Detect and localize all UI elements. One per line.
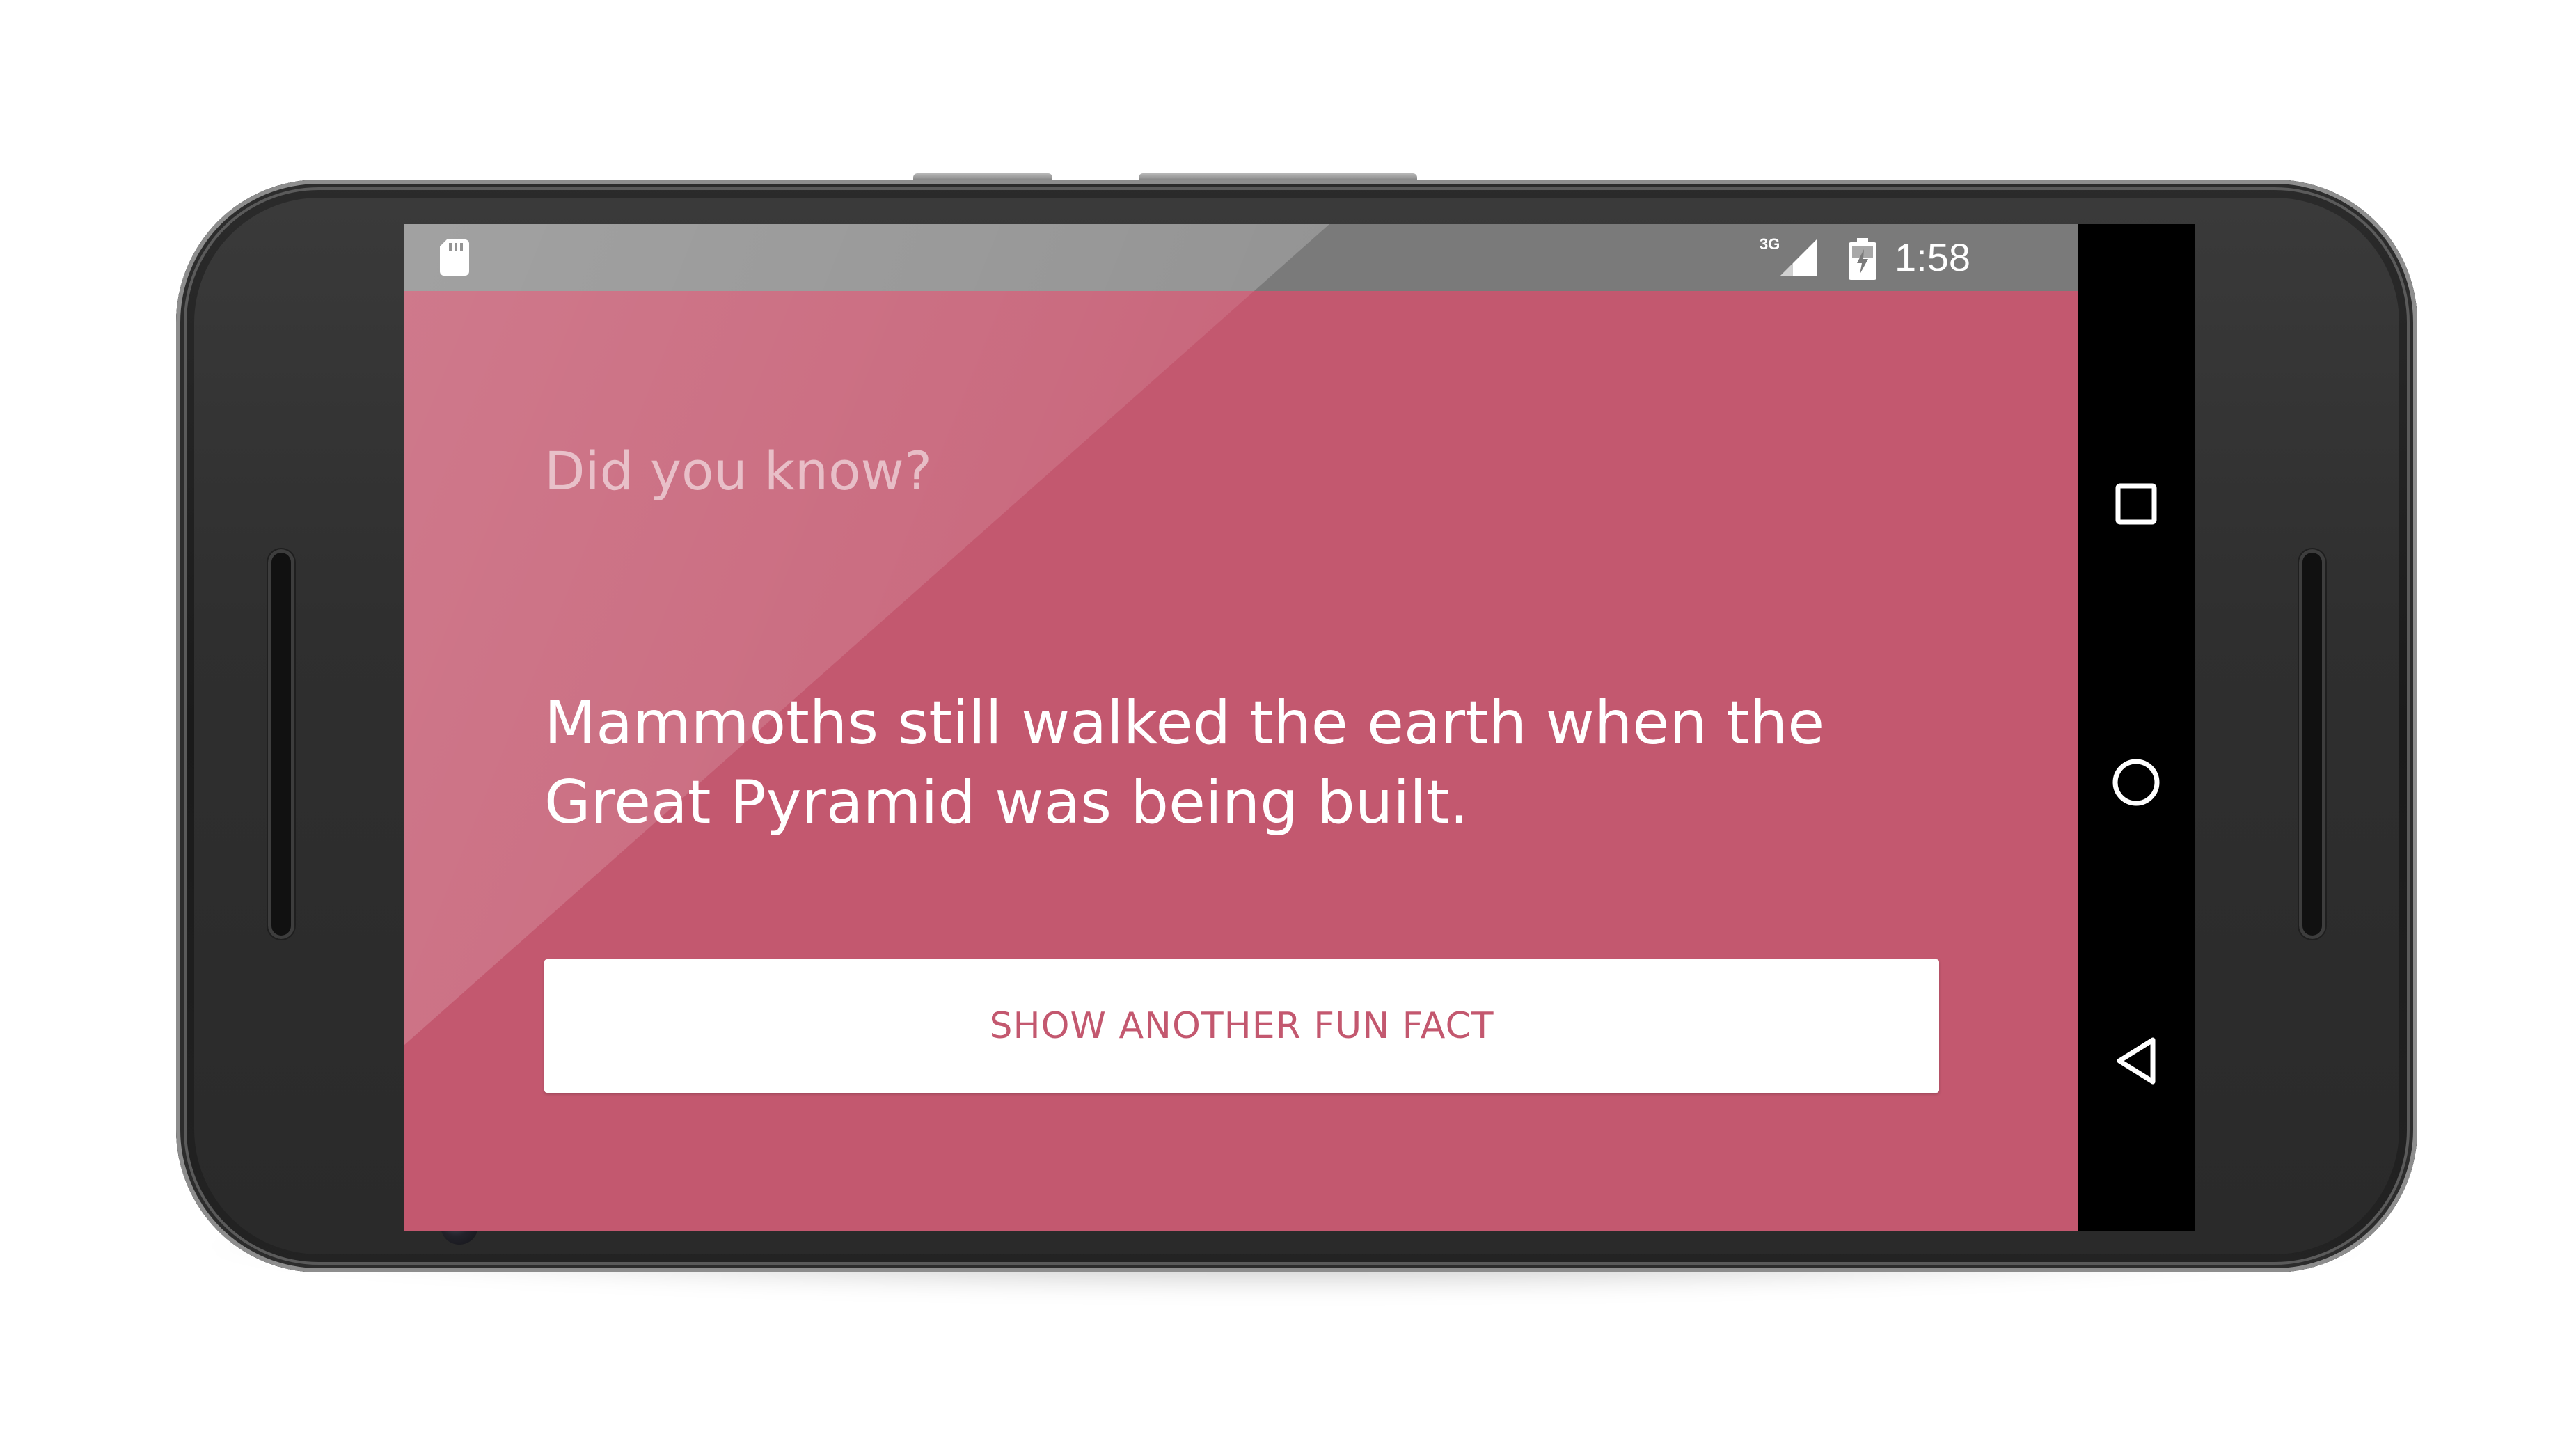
app-content: 3G 1:58 Did you know? Mammoths still wal… xyxy=(404,224,2078,1231)
status-bar: 3G 1:58 xyxy=(404,224,2078,291)
navigation-bar xyxy=(2078,224,2195,1231)
home-button[interactable] xyxy=(2101,748,2171,817)
screen: 3G 1:58 Did you know? Mammoths still wal… xyxy=(404,224,2195,1231)
recents-button[interactable] xyxy=(2101,469,2171,539)
device-mockup: 3G 1:58 Did you know? Mammoths still wal… xyxy=(0,0,2576,1443)
status-bar-glare xyxy=(404,224,1329,291)
home-icon xyxy=(2112,759,2160,806)
left-speaker-grille xyxy=(268,549,294,939)
fact-text: Mammoths still walked the earth when the… xyxy=(544,688,1825,837)
network-type-label: 3G xyxy=(1760,235,1780,253)
back-icon xyxy=(2117,1037,2156,1085)
battery-charging-icon xyxy=(1849,238,1876,280)
right-speaker-grille xyxy=(2299,549,2325,939)
sd-card-icon xyxy=(440,239,469,276)
show-another-fact-button[interactable]: SHOW ANOTHER FUN FACT xyxy=(544,959,1939,1093)
fact-heading: Did you know? xyxy=(544,440,933,502)
signal-icon: 3G xyxy=(1760,235,1817,276)
status-bar-clock: 1:58 xyxy=(1895,235,1970,279)
back-button[interactable] xyxy=(2101,1026,2171,1096)
recents-icon xyxy=(2115,483,2157,525)
